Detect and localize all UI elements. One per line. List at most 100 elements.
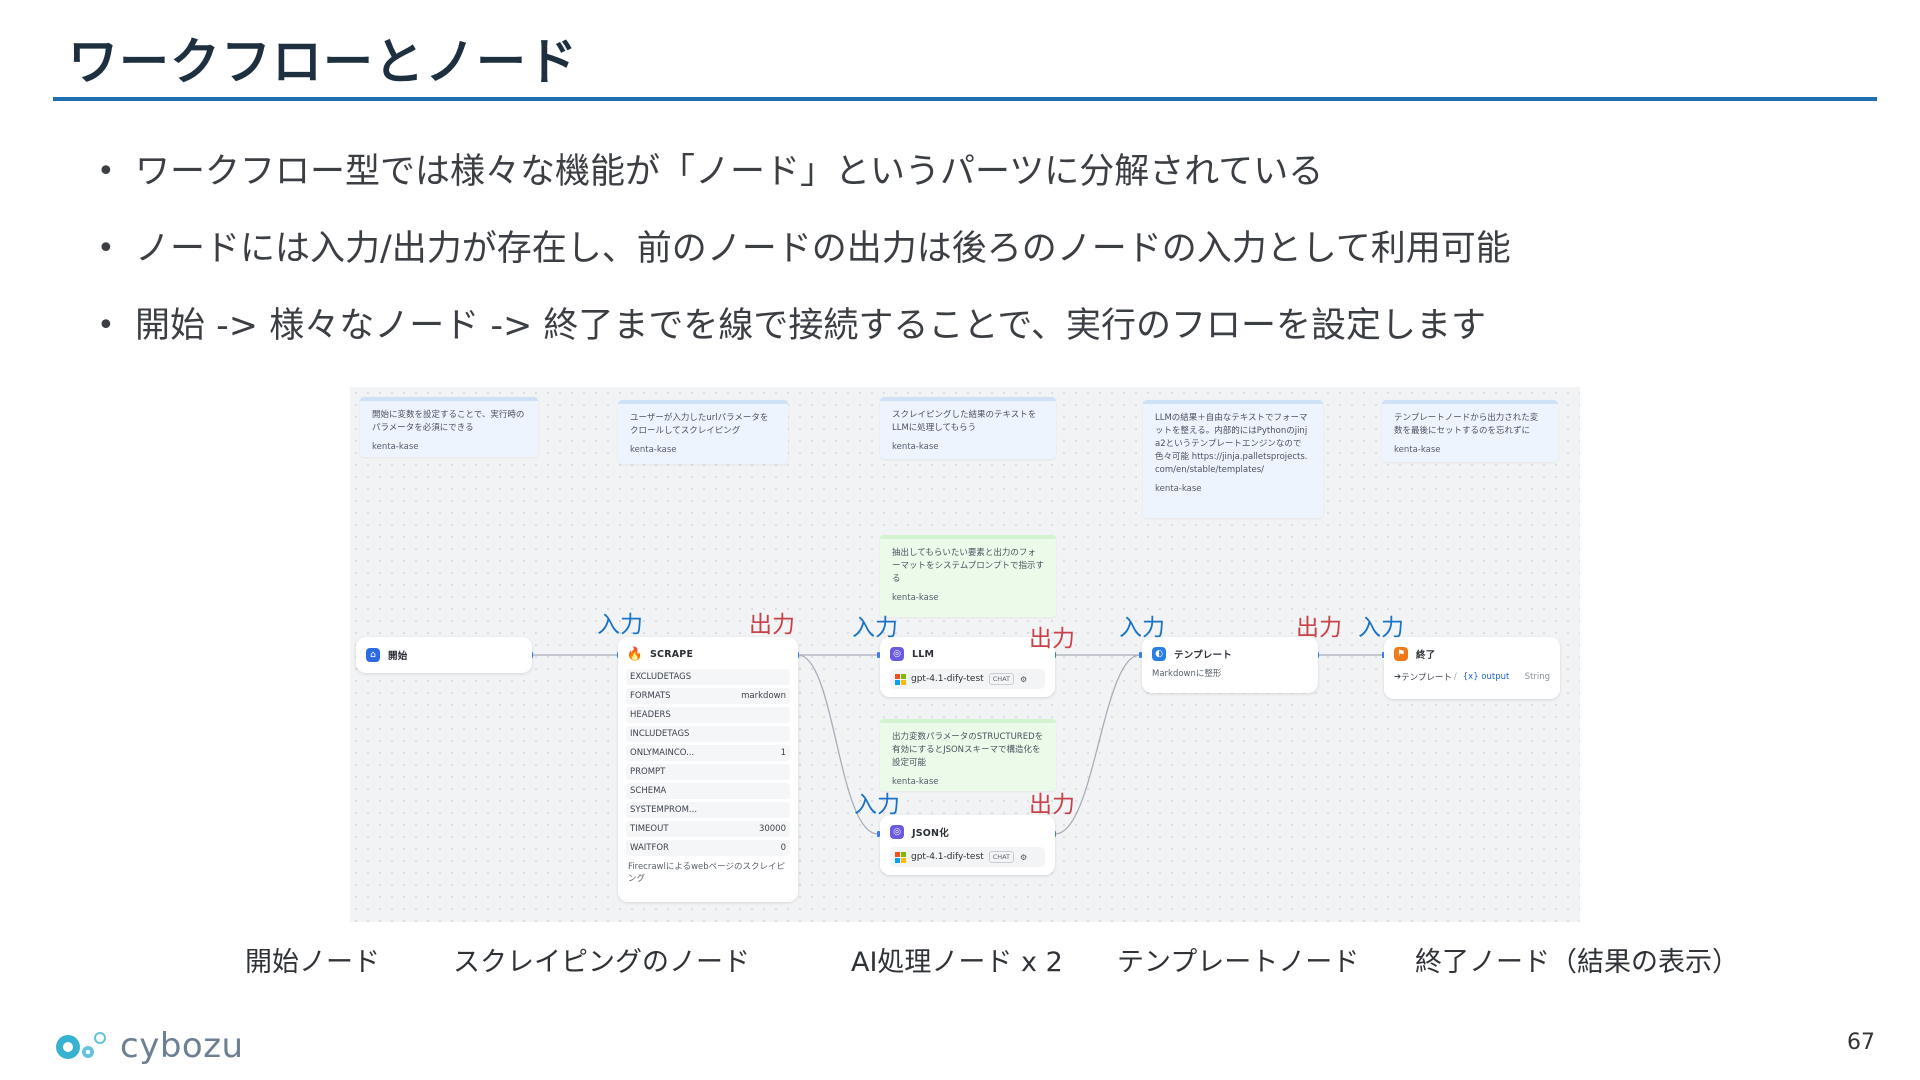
param-value: 1: [780, 748, 786, 758]
model-selector[interactable]: gpt-4.1-dify-test CHAT ⚙: [890, 847, 1045, 867]
cybozu-logo: cybozu: [54, 1026, 244, 1066]
param-key: ONLYMAINCO...: [630, 748, 695, 758]
flame-icon: 🔥: [626, 646, 644, 662]
note-text: ユーザーが入力したurlパラメータをクロールしてスクレイピング: [630, 413, 769, 436]
note-scrape[interactable]: ユーザーが入力したurlパラメータをクロールしてスクレイピング kenta-ka…: [618, 400, 788, 464]
caption-scrape-node: スクレイピングのノード: [453, 947, 750, 978]
caption-ai-node: AI処理ノード x 2: [851, 947, 1063, 978]
node-title: 終了: [1416, 650, 1436, 661]
label-llm-input: 入力: [852, 615, 898, 641]
param-key: FORMATS: [630, 691, 671, 701]
note-llm[interactable]: スクレイピングした結果のテキストをLLMに処理してもらう kenta-kase: [880, 397, 1056, 459]
param-row[interactable]: WAITFOR 0: [626, 840, 790, 856]
param-row[interactable]: HEADERS: [626, 707, 790, 723]
output-type: String: [1524, 672, 1550, 682]
gear-icon[interactable]: ⚙: [1020, 853, 1027, 862]
node-title: LLM: [912, 648, 935, 660]
note-text: 開始に変数を設定することで、実行時のパラメータを必須にできる: [372, 410, 525, 433]
note-end[interactable]: テンプレートノードから出力された変数を最後にセットするのを忘れずに kenta-…: [1382, 400, 1558, 462]
note-text: スクレイピングした結果のテキストをLLMに処理してもらう: [892, 410, 1037, 433]
param-row[interactable]: INCLUDETAGS: [626, 726, 790, 742]
note-text: 抽出してもらいたい要素と出力のフォーマットをシステムプロンプトで指示する: [892, 548, 1044, 584]
flag-icon: ⚑: [1394, 647, 1408, 661]
node-scrape[interactable]: 🔥 SCRAPE EXCLUDETAGS FORMATS markdown HEA…: [618, 637, 798, 902]
bullet-item: ワークフロー型では様々な機能が「ノード」というパーツに分解されている: [97, 148, 1511, 225]
label-template-output: 出力: [1296, 615, 1342, 641]
note-llm-prompt[interactable]: 抽出してもらいたい要素と出力のフォーマットをシステムプロンプトで指示する ken…: [880, 535, 1056, 617]
output-variable[interactable]: ➔ テンプレート / {x} output String: [1394, 668, 1550, 686]
node-start[interactable]: ⌂ 開始: [356, 637, 532, 673]
bullet-item: ノードには入力/出力が存在し、前のノードの出力は後ろのノードの入力として利用可能: [97, 225, 1511, 302]
bullet-item: 開始 -> 様々なノード -> 終了までを線で接続することで、実行のフローを設定…: [97, 302, 1511, 379]
param-key: INCLUDETAGS: [630, 729, 690, 739]
node-template[interactable]: ◐ テンプレート Markdownに整形: [1142, 637, 1318, 693]
chat-badge: CHAT: [988, 673, 1015, 685]
node-title: 開始: [388, 651, 408, 662]
param-row[interactable]: EXCLUDETAGS: [626, 669, 790, 685]
node-end[interactable]: ⚑ 終了 ➔ テンプレート / {x} output String: [1384, 637, 1560, 699]
workflow-canvas[interactable]: 開始に変数を設定することで、実行時のパラメータを必須にできる kenta-kas…: [350, 387, 1580, 922]
note-start[interactable]: 開始に変数を設定することで、実行時のパラメータを必須にできる kenta-kas…: [360, 397, 538, 457]
model-name: gpt-4.1-dify-test: [911, 674, 984, 684]
label-json-output: 出力: [1029, 792, 1075, 818]
param-row[interactable]: ONLYMAINCO... 1: [626, 745, 790, 761]
page-number: 67: [1847, 1030, 1875, 1055]
param-key: SCHEMA: [630, 786, 667, 796]
note-author: kenta-kase: [630, 445, 677, 455]
param-row[interactable]: FORMATS markdown: [626, 688, 790, 704]
note-author: kenta-kase: [372, 442, 419, 452]
node-description: Markdownに整形: [1152, 669, 1222, 679]
param-row[interactable]: PROMPT: [626, 764, 790, 780]
chat-badge: CHAT: [988, 851, 1015, 863]
title-underline: [53, 97, 1877, 101]
gear-icon[interactable]: ⚙: [1020, 675, 1027, 684]
azure-logo-icon: [895, 851, 906, 863]
node-title: JSON化: [912, 828, 949, 839]
param-key: WAITFOR: [630, 843, 669, 853]
home-icon: ⌂: [366, 648, 380, 662]
param-key: EXCLUDETAGS: [630, 672, 692, 682]
note-json-structured[interactable]: 出力変数パラメータのSTRUCTUREDを有効にするとJSONスキーマで構造化を…: [880, 719, 1056, 791]
brain-icon: ◎: [890, 647, 904, 661]
param-row[interactable]: SCHEMA: [626, 783, 790, 799]
note-template[interactable]: LLMの結果＋自由なテキストでフォーマットを整える。内部的にはPythonのji…: [1143, 400, 1323, 518]
param-key: HEADERS: [630, 710, 671, 720]
note-author: kenta-kase: [1394, 445, 1441, 455]
note-text: LLMの結果＋自由なテキストでフォーマットを整える。内部的にはPythonのji…: [1155, 413, 1308, 475]
model-name: gpt-4.1-dify-test: [911, 852, 984, 862]
param-value: 30000: [758, 824, 786, 834]
note-author: kenta-kase: [892, 593, 939, 603]
note-text: 出力変数パラメータのSTRUCTUREDを有効にするとJSONスキーマで構造化を…: [892, 732, 1044, 768]
param-value: markdown: [741, 691, 786, 701]
param-row[interactable]: SYSTEMPROM...: [626, 802, 790, 818]
note-author: kenta-kase: [892, 777, 939, 787]
arrow-right-icon: ➔: [1394, 672, 1402, 682]
node-title: SCRAPE: [650, 648, 694, 660]
cybozu-logo-icon: [56, 1032, 106, 1059]
label-scrape-output: 出力: [749, 612, 795, 638]
output-source: テンプレート: [1401, 673, 1452, 683]
logo-text: cybozu: [120, 1026, 244, 1066]
param-key: PROMPT: [630, 767, 666, 777]
param-key: SYSTEMPROM...: [630, 805, 698, 815]
param-row[interactable]: TIMEOUT 30000: [626, 821, 790, 837]
label-llm-output: 出力: [1029, 626, 1075, 652]
label-scrape-input: 入力: [597, 612, 643, 638]
bullet-list: ワークフロー型では様々な機能が「ノード」というパーツに分解されている ノードには…: [97, 148, 1511, 379]
param-value: 0: [780, 843, 786, 853]
node-json[interactable]: ◎ JSON化 gpt-4.1-dify-test CHAT ⚙: [880, 815, 1055, 875]
node-description: Firecrawlによるwebページのスクレイピング: [628, 862, 786, 884]
param-key: TIMEOUT: [630, 824, 669, 834]
caption-start-node: 開始ノード: [245, 947, 380, 978]
label-template-input: 入力: [1119, 615, 1165, 641]
model-selector[interactable]: gpt-4.1-dify-test CHAT ⚙: [890, 669, 1045, 689]
output-var: {x} output: [1462, 672, 1510, 682]
label-end-input: 入力: [1358, 615, 1404, 641]
separator: /: [1453, 672, 1457, 682]
azure-logo-icon: [895, 673, 906, 685]
note-text: テンプレートノードから出力された変数を最後にセットするのを忘れずに: [1394, 413, 1539, 436]
label-json-input: 入力: [854, 792, 900, 818]
note-author: kenta-kase: [892, 442, 939, 452]
node-title: テンプレート: [1174, 650, 1232, 661]
brain-icon: ◎: [890, 825, 904, 839]
